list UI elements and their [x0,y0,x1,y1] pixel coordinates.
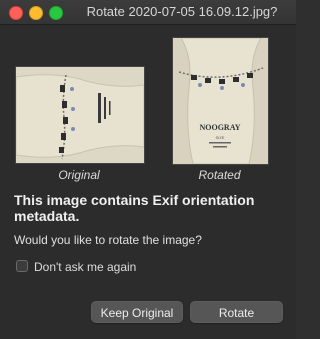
dialog-content: Original NOOGRAY SIZE Rotated This image… [0,25,296,339]
rotate-button[interactable]: Rotate [190,301,283,323]
dialog-question: Would you like to rotate the image? [14,233,202,247]
label-line: SIZE [216,135,225,140]
title-bar: Rotate 2020-07-05 16.09.12.jpg? [0,0,296,25]
zoom-window-icon[interactable] [49,6,63,20]
rotated-caption: Rotated [198,168,241,182]
dont-ask-label[interactable]: Don't ask me again [34,260,136,274]
mannequin-upright-image: NOOGRAY SIZE [173,38,268,164]
window-title: Rotate 2020-07-05 16.09.12.jpg? [86,4,278,19]
dont-ask-checkbox[interactable] [16,260,28,272]
rotated-image-preview: NOOGRAY SIZE [172,37,269,165]
dialog-headline: This image contains Exif orientation met… [14,192,255,224]
keep-original-button[interactable]: Keep Original [91,301,183,323]
close-window-icon[interactable] [9,6,23,20]
original-caption: Original [58,168,100,182]
mannequin-sideways-image [16,67,144,163]
original-image-preview [15,66,145,164]
label-brand: NOOGRAY [199,123,240,132]
minimize-window-icon[interactable] [29,6,43,20]
